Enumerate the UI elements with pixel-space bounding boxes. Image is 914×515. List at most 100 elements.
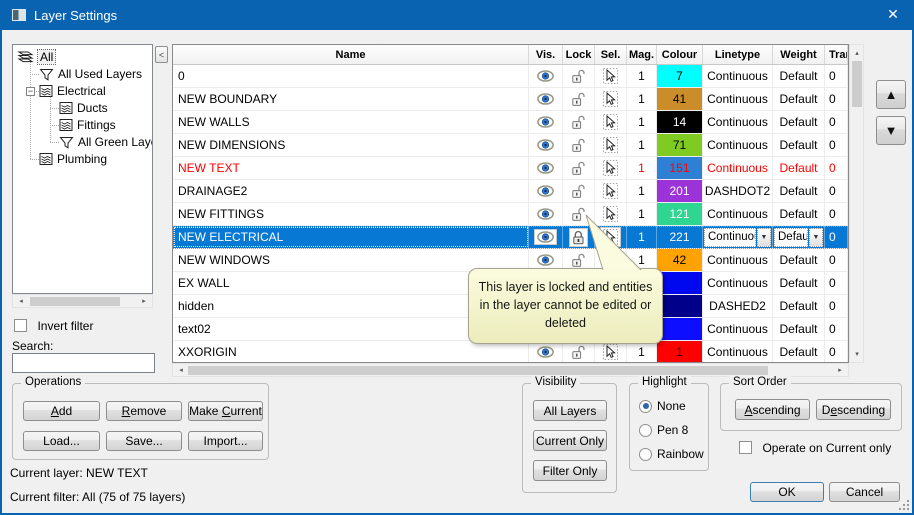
scroll-thumb[interactable] — [852, 61, 862, 107]
operate-on-current-checkbox[interactable] — [739, 441, 752, 454]
scroll-left-icon[interactable]: ◂ — [15, 295, 27, 307]
current-only-button[interactable]: Current Only — [533, 430, 607, 451]
tree-item-all-green-layers[interactable]: All Green Layers — [59, 134, 153, 150]
linetype-cell[interactable]: Continuous — [703, 203, 773, 225]
weight-cell[interactable]: Default — [773, 157, 825, 179]
close-icon[interactable]: ✕ — [878, 0, 908, 28]
tree-item-electrical[interactable]: Electrical — [39, 83, 106, 99]
tree-collapse-button[interactable]: < — [155, 46, 168, 63]
linetype-cell[interactable]: Continuous — [703, 249, 773, 271]
linetype-cell[interactable]: DASHED2 — [703, 295, 773, 317]
move-down-button[interactable]: ▼ — [876, 116, 906, 145]
all-layers-button[interactable]: All Layers — [533, 400, 607, 421]
layer-name-cell[interactable]: DRAINAGE2 — [173, 180, 529, 202]
weight-cell[interactable]: Default — [773, 272, 825, 294]
radio-option-pen-8[interactable]: Pen 8 — [639, 423, 688, 437]
selectable-cell[interactable] — [595, 157, 627, 179]
colour-cell[interactable]: 221 — [657, 226, 703, 248]
table-v-scrollbar[interactable]: ▴ ▾ — [849, 44, 864, 363]
selectable-cell[interactable] — [595, 65, 627, 87]
weight-cell[interactable]: Default — [773, 134, 825, 156]
table-row[interactable]: XXORIGIN11ContinuousDefault0 — [173, 341, 848, 363]
weight-cell[interactable]: Default — [773, 341, 825, 363]
weight-cell[interactable]: Default — [773, 203, 825, 225]
weight-cell[interactable]: Default — [773, 88, 825, 110]
table-row[interactable]: NEW BOUNDARY141ContinuousDefault0 — [173, 88, 848, 111]
descending-button[interactable]: Descending — [816, 399, 891, 420]
colour-cell[interactable] — [657, 272, 703, 294]
remove-button[interactable]: Remove — [106, 401, 182, 421]
radio-icon[interactable] — [639, 424, 652, 437]
weight-cell[interactable]: Default▼ — [773, 226, 825, 248]
weight-cell[interactable]: Default — [773, 111, 825, 133]
visibility-cell[interactable] — [529, 88, 563, 110]
filter-only-button[interactable]: Filter Only — [533, 460, 607, 481]
linetype-cell[interactable]: Continuous — [703, 157, 773, 179]
tree-item-fittings[interactable]: Fittings — [59, 117, 116, 133]
selectable-cell[interactable] — [595, 111, 627, 133]
colour-cell[interactable] — [657, 295, 703, 317]
layer-name-cell[interactable]: NEW TEXT — [173, 157, 529, 179]
linetype-cell[interactable]: Continuous — [703, 134, 773, 156]
column-header-name[interactable]: Name — [173, 45, 529, 64]
column-header-colour[interactable]: Colour — [657, 45, 703, 64]
weight-cell[interactable]: Default — [773, 249, 825, 271]
lock-cell[interactable] — [563, 88, 595, 110]
mag-cell[interactable]: 1 — [627, 88, 657, 110]
visibility-cell[interactable] — [529, 111, 563, 133]
layer-name-cell[interactable]: NEW WALLS — [173, 111, 529, 133]
tree-item-all[interactable]: All — [17, 49, 55, 65]
save-button[interactable]: Save... — [106, 431, 182, 451]
tree-item-all-used-layers[interactable]: All Used Layers — [39, 66, 142, 82]
transparency-cell[interactable]: 0 — [825, 249, 848, 271]
transparency-cell[interactable]: 0 — [825, 88, 848, 110]
lock-cell[interactable] — [563, 65, 595, 87]
visibility-cell[interactable] — [529, 203, 563, 225]
visibility-cell[interactable] — [529, 157, 563, 179]
invert-filter-checkbox[interactable] — [14, 319, 27, 332]
mag-cell[interactable]: 1 — [627, 180, 657, 202]
weight-cell[interactable]: Default — [773, 318, 825, 340]
transparency-cell[interactable]: 0 — [825, 203, 848, 225]
lock-cell[interactable] — [563, 157, 595, 179]
radio-option-none[interactable]: None — [639, 399, 686, 413]
transparency-cell[interactable]: 0 — [825, 157, 848, 179]
layer-name-cell[interactable]: 0 — [173, 65, 529, 87]
colour-cell[interactable]: 7 — [657, 65, 703, 87]
column-header-linetype[interactable]: Linetype — [703, 45, 773, 64]
table-row[interactable]: DRAINAGE21201DASHDOT2Default0 — [173, 180, 848, 203]
selectable-cell[interactable] — [595, 180, 627, 202]
scroll-down-icon[interactable]: ▾ — [851, 348, 863, 360]
table-row[interactable]: NEW WALLS114ContinuousDefault0 — [173, 111, 848, 134]
colour-cell[interactable] — [657, 318, 703, 340]
layer-name-cell[interactable]: NEW DIMENSIONS — [173, 134, 529, 156]
mag-cell[interactable]: 1 — [627, 341, 657, 363]
mag-cell[interactable]: 1 — [627, 134, 657, 156]
linetype-cell[interactable]: Continuous — [703, 341, 773, 363]
import-button[interactable]: Import... — [188, 431, 263, 451]
table-row[interactable]: NEW TEXT1151ContinuousDefault0 — [173, 157, 848, 180]
mag-cell[interactable]: 1 — [627, 65, 657, 87]
column-header-vis[interactable]: Vis. — [529, 45, 563, 64]
radio-icon[interactable] — [639, 448, 652, 461]
table-row[interactable]: NEW FITTINGS1121ContinuousDefault0 — [173, 203, 848, 226]
layer-name-cell[interactable]: NEW ELECTRICAL — [173, 226, 529, 248]
mag-cell[interactable]: 1 — [627, 111, 657, 133]
colour-cell[interactable]: 201 — [657, 180, 703, 202]
transparency-cell[interactable]: 0 — [825, 226, 848, 248]
column-header-mag[interactable]: Mag. — [627, 45, 657, 64]
mag-cell[interactable]: 1 — [627, 157, 657, 179]
linetype-cell[interactable]: Continuous▼ — [703, 226, 773, 248]
linetype-cell[interactable]: Continuous — [703, 318, 773, 340]
column-header-lock[interactable]: Lock — [563, 45, 595, 64]
colour-cell[interactable]: 71 — [657, 134, 703, 156]
scroll-thumb[interactable] — [30, 297, 120, 306]
transparency-cell[interactable]: 0 — [825, 341, 848, 363]
linetype-cell[interactable]: Continuous — [703, 65, 773, 87]
transparency-cell[interactable]: 0 — [825, 134, 848, 156]
colour-cell[interactable]: 121 — [657, 203, 703, 225]
table-row[interactable]: NEW DIMENSIONS 171ContinuousDefault0 — [173, 134, 848, 157]
move-up-button[interactable]: ▲ — [876, 80, 906, 109]
colour-cell[interactable]: 42 — [657, 249, 703, 271]
linetype-cell[interactable]: Continuous — [703, 111, 773, 133]
